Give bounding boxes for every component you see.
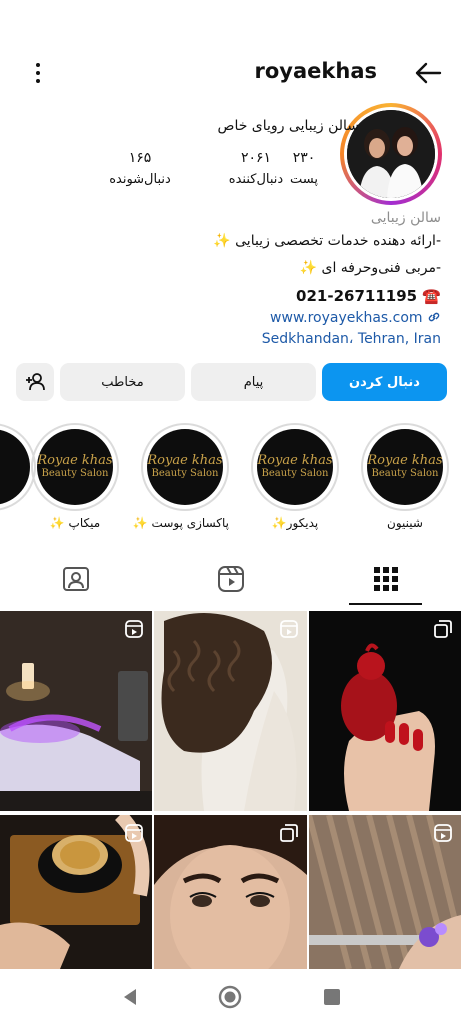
highlight-logo-subtitle: Beauty Salon <box>151 468 219 480</box>
phone-icon: ☎️ <box>422 287 441 305</box>
post-image <box>0 611 152 811</box>
post-thumbnail[interactable] <box>154 815 307 969</box>
highlight-logo-title: Royae khas <box>257 452 333 468</box>
sparkle-icon: ✨ <box>213 233 231 249</box>
contact-button[interactable]: مخاطب <box>60 363 185 401</box>
reel-badge-icon <box>125 824 143 842</box>
highlight-logo-title: Royae khas <box>37 452 113 468</box>
stat-following-count: ۲۰۶۱ <box>240 150 272 166</box>
add-user-button[interactable] <box>16 363 54 401</box>
post-thumbnail[interactable] <box>309 611 461 811</box>
bio-line-trainer: -مربی فنی‌وحرفه ای ✨ <box>11 260 441 276</box>
add-user-icon <box>26 373 45 391</box>
tagged-tab-icon[interactable] <box>61 564 91 594</box>
active-tab-indicator <box>349 603 422 605</box>
follow-button[interactable]: دنبال کردن <box>322 363 447 401</box>
stat-followers-count: ۱۶۵ <box>128 150 152 166</box>
highlight-logo-title: Royae khas <box>367 452 443 468</box>
highlight-logo-subtitle: Beauty Salon <box>371 468 439 480</box>
post-grid <box>0 611 461 969</box>
highlight-label: پاکسازی پوست ✨ <box>132 516 229 530</box>
more-vertical-icon[interactable] <box>26 58 50 88</box>
highlight-cover: Royae khas Beauty Salon <box>257 429 333 505</box>
system-nav-bar <box>0 972 461 1024</box>
stat-following[interactable]: ۲۰۶۱ دنبال‌کننده <box>206 150 306 187</box>
carousel-badge-icon <box>280 824 298 842</box>
sparkle-icon: ✨ <box>299 260 318 276</box>
highlight-label: میکاپ ✨ <box>49 516 101 530</box>
highlight-skin-cleansing[interactable]: Royae khas Beauty Salon پاکسازی پوست ✨ <box>132 423 229 530</box>
nav-back-icon[interactable] <box>117 984 143 1010</box>
bio-line-trainer-text: -مربی فنی‌وحرفه ای <box>321 260 441 276</box>
back-arrow-icon[interactable] <box>413 58 443 88</box>
post-thumbnail[interactable] <box>0 611 152 811</box>
reel-badge-icon <box>434 824 452 842</box>
highlight-cover: Royae khas Beauty Salon <box>37 429 113 505</box>
bio-phone[interactable]: 021-26711195 ☎️ <box>11 287 441 305</box>
highlight-logo-subtitle: Beauty Salon <box>41 468 109 480</box>
stat-followers[interactable]: ۱۶۵ دنبال‌شونده <box>96 150 184 187</box>
highlight-label: شینیون <box>387 516 423 530</box>
highlight-makeup[interactable]: Royae khas Beauty Salon میکاپ ✨ <box>31 423 119 530</box>
bio-line-services: -ارائه دهنده خدمات تخصصی زیبایی ✨ <box>11 233 441 249</box>
post-thumbnail[interactable] <box>154 611 307 811</box>
nav-home-icon[interactable] <box>217 984 243 1010</box>
profile-tabs <box>0 556 461 606</box>
bio-category: سالن زیبایی <box>370 210 441 226</box>
reel-badge-icon <box>280 620 298 638</box>
stat-followers-label: دنبال‌شونده <box>109 172 171 187</box>
post-thumbnail[interactable] <box>0 815 152 969</box>
bio-location-link[interactable]: Sedkhandan، Tehran, Iran <box>11 331 441 347</box>
bio-line-services-text: -ارائه دهنده خدمات تخصصی زیبایی <box>235 233 441 249</box>
message-button[interactable]: پیام <box>191 363 316 401</box>
nav-recents-icon[interactable] <box>319 984 345 1010</box>
bio-website-link[interactable]: www.royayekhas.com <box>11 310 441 326</box>
grid-tab-icon[interactable] <box>371 564 401 594</box>
post-thumbnail[interactable] <box>309 815 461 969</box>
highlight-chignon[interactable]: Royae khas Beauty Salon شینیون <box>361 423 449 530</box>
phone-number: 021-26711195 <box>296 287 418 305</box>
profile-header: royaekhas <box>0 50 461 96</box>
reels-tab-icon[interactable] <box>216 564 246 594</box>
highlight-label: پدیکور✨ <box>271 516 319 530</box>
stat-following-label: دنبال‌کننده <box>228 172 284 187</box>
highlight-logo-title: Royae khas <box>147 452 223 468</box>
profile-username: royaekhas <box>254 59 377 83</box>
carousel-badge-icon <box>434 620 452 638</box>
post-image <box>309 611 461 811</box>
website-url: www.royayekhas.com <box>270 310 423 326</box>
highlight-cover: Royae khas Beauty Salon <box>367 429 443 505</box>
link-icon <box>428 312 440 322</box>
post-image <box>154 611 307 811</box>
avatar-photo <box>347 110 435 198</box>
profile-display-name: سالن زیبایی رویای خاص <box>217 118 359 134</box>
reel-badge-icon <box>125 620 143 638</box>
highlight-pedicure[interactable]: Royae khas Beauty Salon پدیکور✨ <box>251 423 339 530</box>
highlight-logo-subtitle: Beauty Salon <box>261 468 329 480</box>
highlight-cover: Royae khas Beauty Salon <box>147 429 223 505</box>
